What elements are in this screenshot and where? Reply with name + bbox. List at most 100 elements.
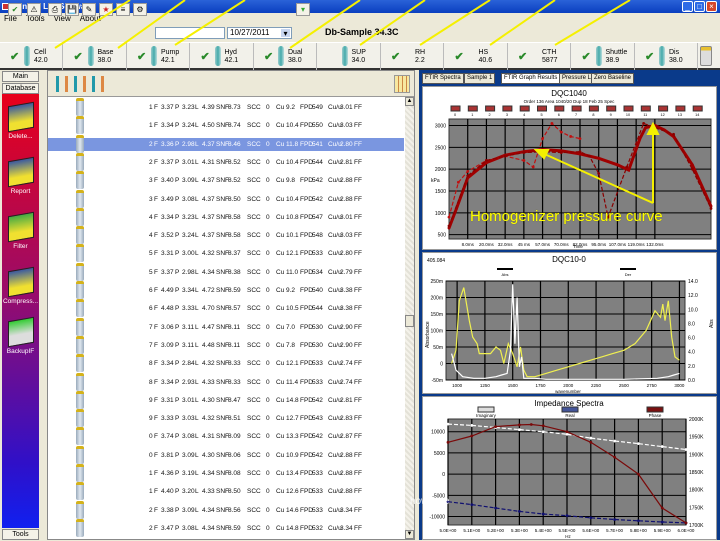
table-cell: SCC	[247, 140, 261, 148]
table-row[interactable]: 0 F 3.74 P 3.08 L 4.31 SNF 8.09 SCC 0 Cu 13.3 FPD 542 C…	[48, 427, 404, 446]
move-up-icon[interactable]	[56, 76, 68, 92]
save-icon[interactable]: 💾	[65, 3, 79, 16]
gauge-sup[interactable]: SUP 34.0	[318, 43, 381, 70]
tab-sample[interactable]: Sample 1	[464, 73, 496, 84]
star-icon[interactable]: ★	[99, 3, 113, 16]
tab-ftir-spectra[interactable]: FTIR Spectra	[422, 73, 464, 84]
table-cell: SCC	[247, 305, 261, 313]
grid-settings-icon[interactable]	[394, 75, 410, 93]
watermark-text: howcase	[410, 496, 450, 507]
settings-icon[interactable]: ⚙	[133, 3, 147, 16]
table-scrollbar[interactable]: ▲ ▼	[405, 97, 414, 539]
table-cell: FF	[354, 140, 362, 148]
filter-icon[interactable]: ▾	[296, 3, 310, 16]
legend-label: 9	[610, 113, 612, 117]
table-row[interactable]: 9 F 3.33 P 3.03 L 4.32 SNF 8.51 SCC 0 Cu 12.7 FPD 543 C…	[48, 409, 404, 428]
chevron-down-icon[interactable]: ▾	[281, 29, 290, 38]
delete-item[interactable]: Delete...	[2, 101, 39, 140]
table-row[interactable]: 8 F 3.34 P 2.84 L 4.32 SNF 8.33 SCC 0 Cu 12.1 FPD 533 C…	[48, 354, 404, 373]
table-row[interactable]: 7 F 3.09 P 3.11 L 4.48 SNF 8.11 SCC 0 Cu 7.8 FPD 530 Cu…	[48, 335, 404, 354]
sample-cylinder-icon	[76, 262, 84, 281]
sample-cylinder-icon	[76, 152, 84, 171]
table-row[interactable]: 1 F 3.37 P 3.23 L 4.39 SNF 8.73 SCC 0 Cu 9.2 FPD 549 Cu…	[48, 98, 404, 116]
table-row[interactable]: 2 F 3.47 P 3.08 L 4.34 SNF 8.59 SCC 0 Cu 14.8 FPD 532 C…	[48, 518, 404, 537]
y-axis-label: kPa	[431, 178, 440, 184]
check-icon: ✔	[518, 51, 528, 63]
tools-button[interactable]: Tools	[2, 529, 39, 540]
table-cell: SCC	[247, 122, 261, 130]
table-row[interactable]: 1 F 3.34 P 3.24 L 4.50 SNF 8.74 SCC 0 Cu 10.4 FPD 550 C…	[48, 116, 404, 135]
gauge-pump[interactable]: ✔ Pump 42.1	[127, 43, 190, 70]
table-row[interactable]: 8 F 3.34 P 2.93 L 4.33 SNF 8.33 SCC 0 Cu 11.4 FPD 533 C…	[48, 372, 404, 391]
move-top-icon[interactable]	[92, 76, 104, 92]
table-row[interactable]: 2 F 3.37 P 3.01 L 4.31 SNF 8.52 SCC 0 Cu 10.4 FPD 544 C…	[48, 152, 404, 171]
table-row[interactable]: 6 F 4.49 P 3.34 L 4.72 SNF 8.59 SCC 0 Cu 9.2 FPD 540 Cu…	[48, 281, 404, 299]
table-row[interactable]: 4 F 3.52 P 3.24 L 4.37 SNF 8.58 SCC 0 Cu 10.1 FPD 548 C…	[48, 226, 404, 245]
tab-zero-baseline[interactable]: Zero Baseline	[591, 73, 635, 84]
legend-label: 0	[454, 113, 456, 117]
gauge-value: 38.9	[605, 57, 620, 64]
table-cell: P	[175, 268, 180, 276]
gauge-hs[interactable]: ✔ HS 40.6	[445, 43, 508, 70]
x-tick-label: 132.0ms	[646, 242, 664, 247]
table-cell: 4.32	[202, 360, 215, 368]
filter-item[interactable]: Filter	[2, 211, 39, 250]
table-row[interactable]: 1 F 4.36 P 3.19 L 4.34 SNF 8.08 SCC 0 Cu 13.4 FPD 533 C…	[48, 464, 404, 482]
tab-ftir-graph-results[interactable]: FTIR Graph Results	[501, 73, 561, 84]
print-icon[interactable]: ⎙	[48, 3, 62, 16]
report-item[interactable]: Report	[2, 156, 39, 195]
legend-label: 8	[592, 113, 594, 117]
sample-cylinder-icon	[76, 281, 84, 299]
move-down-icon[interactable]	[74, 76, 86, 92]
gauge-cth[interactable]: ✔ CTH 5877	[508, 43, 571, 70]
gauge-dis[interactable]: ✔ Dis 38.0	[635, 43, 698, 70]
main-button[interactable]: Main	[2, 71, 39, 82]
table-row[interactable]: 9 F 3.31 P 3.01 L 4.30 SNF 8.47 SCC 0 Cu 14.8 FPD 542 C…	[48, 390, 404, 409]
table-row[interactable]: 1 F 4.40 P 3.20 L 4.33 SNF 8.50 SCC 0 Cu 12.6 FPD 533 C…	[48, 482, 404, 501]
table-cell: Cu	[276, 396, 285, 404]
table-row[interactable]: 5 F 3.37 P 2.98 L 4.34 SNF 8.38 SCC 0 Cu 11.0 FPD 534 C…	[48, 262, 404, 281]
date-select[interactable]: 10/27/2011 ▾	[227, 27, 292, 39]
gauge-hyd[interactable]: ✔ Hyd 42.1	[191, 43, 254, 70]
edit-icon[interactable]: ✎	[82, 3, 96, 16]
minimize-button[interactable]: _	[682, 1, 693, 12]
database-button[interactable]: Database ◂◂	[2, 83, 39, 101]
data-point	[625, 165, 629, 169]
warning-icon[interactable]: ⚠	[27, 3, 41, 16]
table-row[interactable]: 5 F 3.31 P 3.00 L 4.32 SNF 8.37 SCC 0 Cu 12.1 FPD 533 C…	[48, 244, 404, 263]
table-row[interactable]: 3 F 3.49 P 3.08 L 4.37 SNF 8.50 SCC 0 Cu 10.4 FPD 542 C…	[48, 189, 404, 208]
search-input[interactable]	[155, 27, 225, 39]
gauge-cell[interactable]: ✔ Cell 42.0	[0, 43, 63, 70]
table-row[interactable]: 6 F 4.48 P 3.33 L 4.70 SNF 8.57 SCC 0 Cu 10.5 FPD 544 C…	[48, 299, 404, 318]
table-row[interactable]: 4 F 3.34 P 3.23 L 4.37 SNF 8.58 SCC 0 Cu 10.8 FPD 547 C…	[48, 207, 404, 226]
table-row[interactable]: 3 F 3.40 P 3.09 L 4.37 SNF 8.52 SCC 0 Cu 9.8 FPD 542 Cu…	[48, 171, 404, 190]
gauge-rh[interactable]: ✔ RH 2.2	[381, 43, 444, 70]
compress-item[interactable]: Compress...	[2, 266, 39, 305]
legend-swatch	[485, 105, 496, 112]
scroll-up-icon[interactable]: ▲	[405, 97, 414, 106]
table-row[interactable]: 0 F 3.81 P 3.09 L 4.30 SNF 8.06 SCC 0 Cu 10.9 FPD 542 C…	[48, 445, 404, 464]
table-cell: 8.73	[228, 104, 241, 111]
scroll-down-icon[interactable]: ▼	[405, 530, 414, 539]
gauge-shuttle[interactable]: ✔ Shuttle 38.9	[572, 43, 635, 70]
database-title: Db-Sample 34.3C	[325, 27, 399, 37]
table-cell: Cu	[276, 104, 285, 111]
close-button[interactable]: ×	[706, 1, 717, 12]
table-row[interactable]: 7 F 3.06 P 3.11 L 4.47 SNF 8.11 SCC 0 Cu 7.0 FPD 530 Cu…	[48, 317, 404, 336]
list-icon[interactable]: ≡	[116, 3, 130, 16]
gauge-dual[interactable]: ✔ Dual 38.0	[254, 43, 317, 70]
table-cell: FF	[354, 488, 362, 496]
legend-swatch	[658, 105, 669, 112]
gauge-label: Cell 42.0	[34, 49, 48, 65]
scroll-thumb[interactable]	[405, 315, 414, 327]
gauge-base[interactable]: ✔ Base 38.0	[64, 43, 127, 70]
table-row[interactable]: 2 F 3.36 P 2.98 L 4.37 SNF 8.46 SCC 0 Cu 11.8 FPD 541 C…	[48, 134, 404, 153]
maximize-button[interactable]: □	[694, 1, 705, 12]
table-cell: FF	[354, 360, 362, 368]
table-row[interactable]: 2 F 3.38 P 3.09 L 4.34 SNF 8.56 SCC 0 Cu 14.6 FPD 533 C…	[48, 500, 404, 519]
accept-icon[interactable]: ✔	[8, 3, 22, 16]
table-cell: 13.3	[286, 433, 299, 441]
y2-tick-label: 8.0	[688, 321, 695, 327]
backup-item[interactable]: BackupIF	[2, 316, 39, 355]
table-cell: 8.38	[228, 268, 241, 276]
